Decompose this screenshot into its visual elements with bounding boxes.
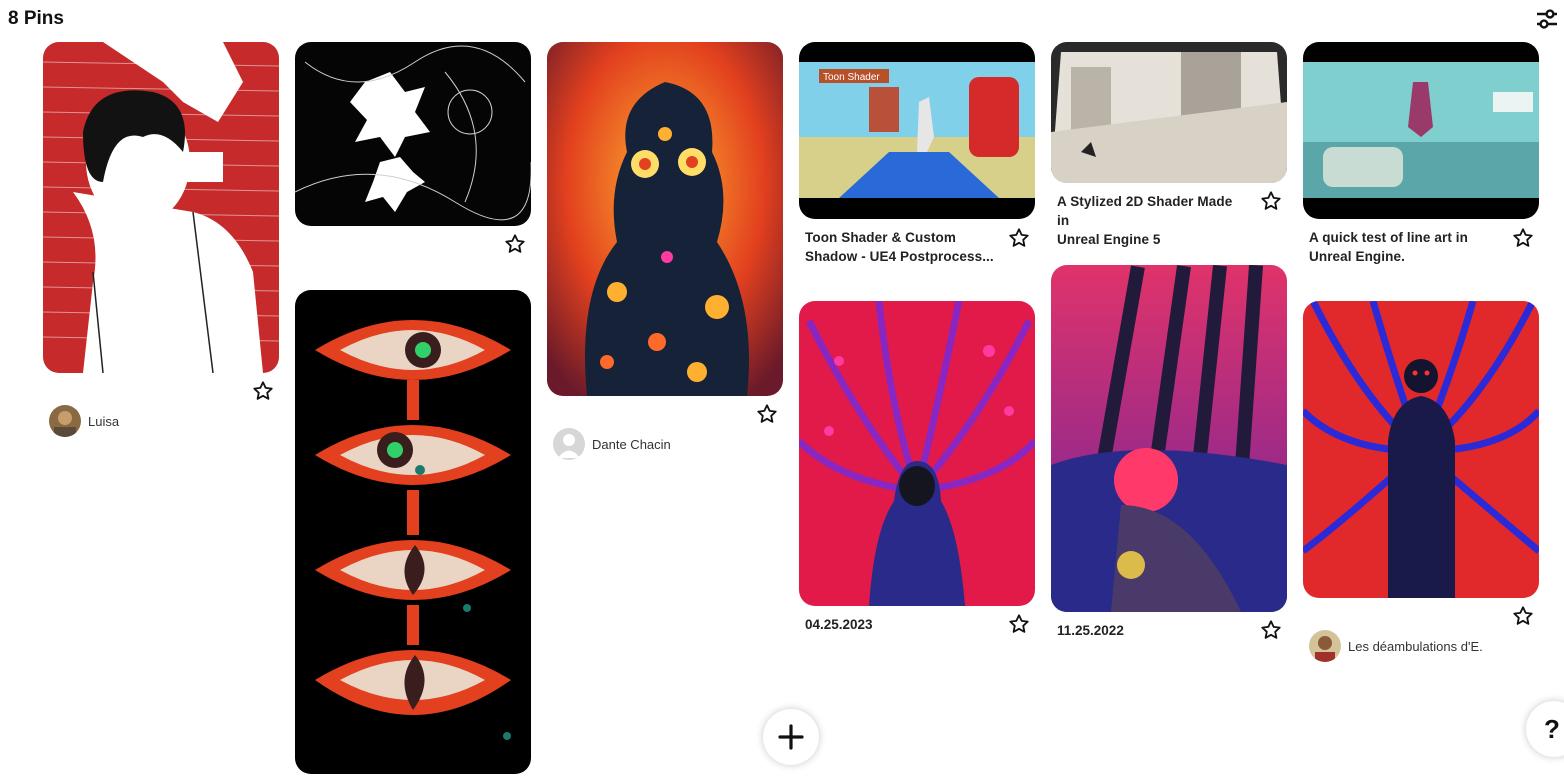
pin-title-stylized-2d[interactable]: A Stylized 2D Shader Made in Unreal Engi… bbox=[1057, 192, 1247, 249]
pin-image-stylized-2d[interactable] bbox=[1051, 42, 1287, 183]
star-icon bbox=[1009, 614, 1029, 633]
pin-date-psychedelic-girl: 04.25.2023 bbox=[805, 617, 873, 632]
star-icon bbox=[1009, 228, 1029, 247]
star-icon bbox=[1513, 228, 1533, 247]
creator-luisa[interactable]: Luisa bbox=[49, 405, 119, 437]
pin-image-toon-shader[interactable]: Toon Shader bbox=[799, 42, 1035, 219]
pin-image-luisa[interactable] bbox=[43, 42, 279, 373]
add-pin-button[interactable] bbox=[763, 709, 819, 765]
pin-image-line-art[interactable] bbox=[1303, 42, 1539, 219]
star-icon bbox=[1513, 606, 1533, 625]
star-icon bbox=[1261, 191, 1281, 210]
toon-shader-badge: Toon Shader bbox=[823, 72, 880, 83]
pin-image-psychedelic-girl[interactable] bbox=[799, 301, 1035, 606]
sliders-icon bbox=[1537, 9, 1557, 29]
save-star-black-splash[interactable] bbox=[504, 233, 526, 255]
pins-count: 8 Pins bbox=[8, 8, 64, 29]
star-icon bbox=[1261, 620, 1281, 639]
save-star-psychedelic-girl[interactable] bbox=[1008, 613, 1030, 635]
pin-date-forest-figure: 11.25.2022 bbox=[1057, 623, 1124, 638]
creator-dante[interactable]: Dante Chacin bbox=[553, 428, 671, 460]
help-button[interactable]: ? bbox=[1526, 701, 1564, 757]
avatar bbox=[49, 405, 81, 437]
save-star-stylized-2d[interactable] bbox=[1260, 190, 1282, 212]
save-star-fire-creature[interactable] bbox=[756, 403, 778, 425]
avatar bbox=[553, 428, 585, 460]
pin-title-line-art[interactable]: A quick test of line art in Unreal Engin… bbox=[1309, 228, 1499, 266]
star-icon bbox=[757, 404, 777, 423]
creator-name: Luisa bbox=[88, 413, 120, 429]
pin-image-red-blue-figure[interactable] bbox=[1303, 301, 1539, 598]
pin-image-eyes[interactable] bbox=[295, 290, 531, 774]
save-star-forest-figure[interactable] bbox=[1260, 619, 1282, 641]
creator-name: Les déambulations d'E. bbox=[1348, 638, 1483, 654]
filter-button[interactable] bbox=[1534, 6, 1560, 32]
save-star-red-blue-figure[interactable] bbox=[1512, 605, 1534, 627]
creator-name: Dante Chacin bbox=[592, 436, 671, 452]
avatar bbox=[1309, 630, 1341, 662]
pin-image-forest-figure[interactable] bbox=[1051, 265, 1287, 612]
save-star-toon-shader[interactable] bbox=[1008, 227, 1030, 249]
save-star-line-art[interactable] bbox=[1512, 227, 1534, 249]
save-star-luisa[interactable] bbox=[252, 380, 274, 402]
star-icon bbox=[253, 381, 273, 400]
pin-title-toon-shader[interactable]: Toon Shader & Custom Shadow - UE4 Postpr… bbox=[805, 228, 995, 266]
pin-image-fire-creature[interactable] bbox=[547, 42, 783, 396]
star-icon bbox=[505, 234, 525, 253]
help-icon: ? bbox=[1544, 713, 1560, 744]
creator-les-deambulations[interactable]: Les déambulations d'E. bbox=[1309, 630, 1483, 662]
plus-icon bbox=[778, 724, 804, 750]
pin-image-black-splash[interactable] bbox=[295, 42, 531, 226]
